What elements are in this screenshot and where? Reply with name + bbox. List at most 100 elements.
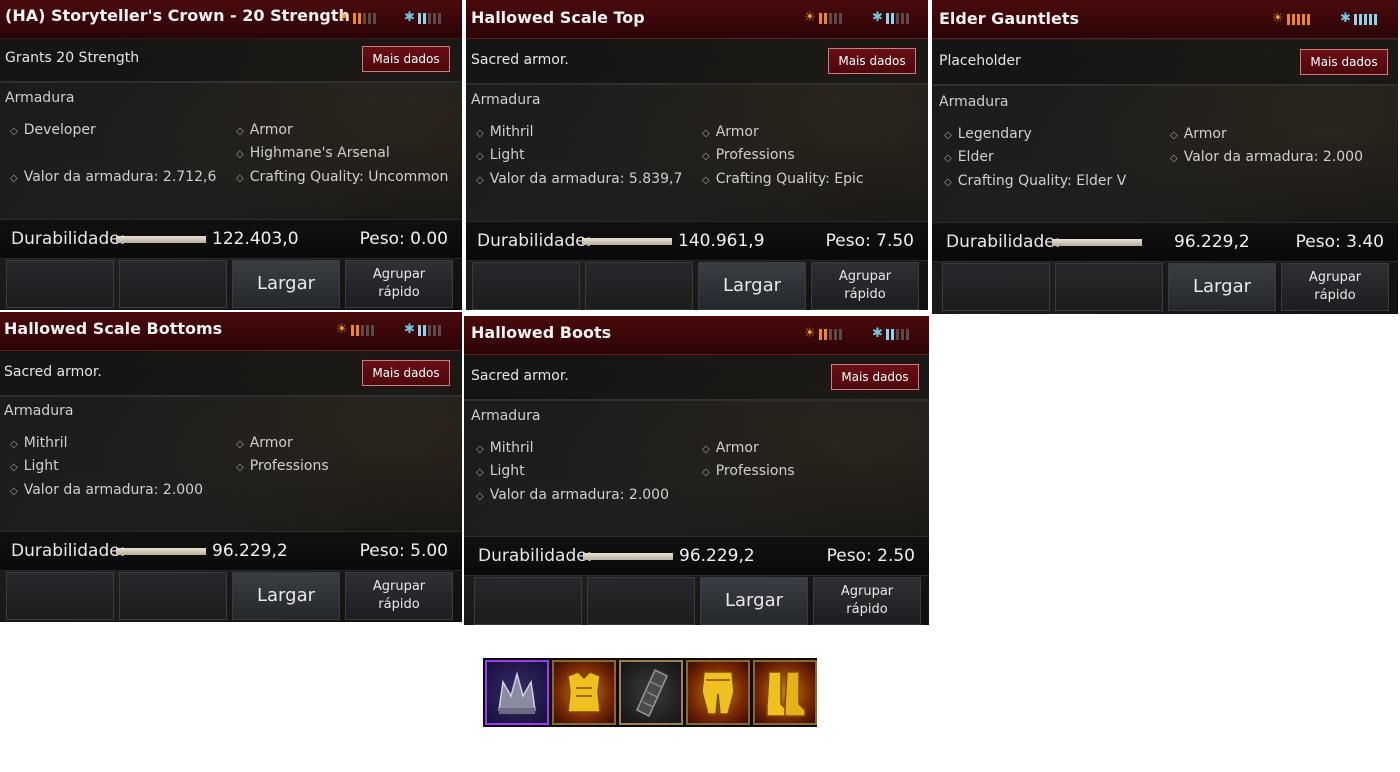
empty-action-button[interactable]	[119, 260, 227, 308]
item-property: ◇ Professions	[236, 458, 329, 474]
item-property: ◇ Professions	[702, 463, 795, 479]
item-property: ◇ Valor da armadura: 2.000	[1170, 149, 1363, 165]
item-property: ◇ Valor da armadura: 2.712,6	[10, 169, 217, 185]
empty-action-button[interactable]	[6, 572, 114, 620]
tooltip-header: Hallowed Scale Top ☀ ✱	[466, 0, 928, 39]
quick-stack-button[interactable]: Agrupar rápido	[811, 262, 919, 310]
diamond-bullet-icon: ◇	[1170, 153, 1178, 164]
diamond-bullet-icon: ◇	[702, 151, 710, 162]
snowflake-icon: ✱	[404, 10, 415, 25]
diamond-bullet-icon: ◇	[10, 462, 18, 473]
empty-action-button[interactable]	[474, 577, 582, 625]
quick-stack-button[interactable]: Agrupar rápido	[813, 577, 921, 625]
item-property: ◇ Professions	[702, 147, 795, 163]
sun-rank-indicator: ☀	[804, 327, 844, 341]
sun-rank-indicator: ☀	[804, 11, 844, 25]
item-property: ◇ Crafting Quality: Uncommon	[236, 169, 449, 185]
item-property: ◇ Elder	[944, 149, 994, 165]
more-data-button[interactable]: Mais dados	[1299, 48, 1389, 76]
sun-icon: ☀	[804, 10, 816, 25]
action-buttons: Largar Agrupar rápido	[932, 261, 1398, 313]
equipment-slot[interactable]	[619, 660, 683, 725]
diamond-bullet-icon: ◇	[944, 130, 952, 141]
drop-button[interactable]: Largar	[232, 572, 340, 620]
more-data-button[interactable]: Mais dados	[827, 47, 917, 75]
empty-action-button[interactable]	[585, 262, 693, 310]
weight-value: Peso: 2.50	[826, 546, 915, 566]
tooltip-header: (HA) Storyteller's Crown - 20 Strength ☀…	[0, 0, 462, 39]
empty-action-button[interactable]	[6, 260, 114, 308]
weight-value: Peso: 7.50	[825, 231, 914, 251]
quick-stack-button[interactable]: Agrupar rápido	[345, 572, 453, 620]
ice-rank-indicator: ✱	[872, 11, 911, 25]
item-property: ◇ Light	[476, 147, 525, 163]
weight-value: Peso: 3.40	[1295, 232, 1384, 252]
item-property: ◇ Armor	[236, 122, 293, 138]
description-row: Sacred armor. Mais dados	[466, 39, 928, 85]
diamond-bullet-icon: ◇	[10, 173, 18, 184]
item-tooltip-boots: Hallowed Boots ☀ ✱ Sacred armor. Mais da…	[464, 316, 929, 625]
item-property: ◇ Armor	[702, 124, 759, 140]
item-property: ◇ Armor	[1170, 126, 1227, 142]
quick-stack-button[interactable]: Agrupar rápido	[345, 260, 453, 308]
diamond-bullet-icon: ◇	[10, 486, 18, 497]
diamond-bullet-icon: ◇	[236, 126, 244, 137]
action-buttons: Largar Agrupar rápido	[0, 258, 462, 310]
description-row: Grants 20 Strength Mais dados	[0, 37, 462, 83]
equipment-slot[interactable]	[485, 660, 549, 725]
equipment-slot[interactable]	[753, 660, 817, 725]
quick-stack-button[interactable]: Agrupar rápido	[1281, 263, 1389, 311]
durability-bar	[116, 548, 206, 555]
empty-action-button[interactable]	[942, 263, 1050, 311]
durability-value: 122.403,0	[212, 229, 299, 249]
ice-rank-indicator: ✱	[404, 323, 443, 337]
diamond-bullet-icon: ◇	[1170, 130, 1178, 141]
sun-icon: ☀	[1272, 11, 1284, 26]
action-buttons: Largar Agrupar rápido	[0, 570, 462, 622]
diamond-bullet-icon: ◇	[702, 128, 710, 139]
item-property: ◇ Developer	[10, 122, 96, 138]
item-title: Hallowed Scale Top	[471, 8, 645, 27]
snowflake-icon: ✱	[872, 326, 883, 341]
drop-button[interactable]: Largar	[232, 260, 340, 308]
item-title: Hallowed Scale Bottoms	[4, 319, 223, 338]
weight-value: Peso: 0.00	[359, 229, 448, 249]
drop-button[interactable]: Largar	[698, 262, 806, 310]
item-property: ◇ Valor da armadura: 5.839,7	[476, 171, 683, 187]
item-property: ◇ Armor	[702, 440, 759, 456]
drop-button[interactable]: Largar	[1168, 263, 1276, 311]
diamond-bullet-icon: ◇	[236, 462, 244, 473]
empty-action-button[interactable]	[472, 262, 580, 310]
diamond-bullet-icon: ◇	[702, 444, 710, 455]
diamond-bullet-icon: ◇	[944, 153, 952, 164]
crown-icon	[498, 671, 536, 714]
more-data-button[interactable]: Mais dados	[361, 45, 451, 73]
ice-rank-indicator: ✱	[872, 327, 911, 341]
item-title: (HA) Storyteller's Crown - 20 Strength	[5, 6, 350, 25]
durability-row: Durabilidade: 122.403,0 Peso: 0.00	[0, 219, 462, 259]
diamond-bullet-icon: ◇	[10, 126, 18, 137]
description-row: Sacred armor. Mais dados	[464, 355, 929, 401]
sun-rank-indicator: ☀	[1272, 12, 1312, 26]
sun-rank-indicator: ☀	[336, 323, 376, 337]
equipment-slot[interactable]	[552, 660, 616, 725]
drop-button[interactable]: Largar	[700, 577, 808, 625]
empty-action-button[interactable]	[119, 572, 227, 620]
item-category: Armadura	[5, 90, 75, 106]
sun-icon: ☀	[338, 10, 350, 25]
empty-action-button[interactable]	[587, 577, 695, 625]
item-property: ◇ Legendary	[944, 126, 1032, 142]
action-buttons: Largar Agrupar rápido	[464, 575, 929, 625]
sun-icon: ☀	[804, 326, 816, 341]
boots-icon	[766, 671, 806, 717]
durability-row: Durabilidade: 96.229,2 Peso: 2.50	[464, 536, 929, 576]
diamond-bullet-icon: ◇	[476, 151, 484, 162]
item-category: Armadura	[471, 408, 541, 424]
snowflake-icon: ✱	[872, 10, 883, 25]
empty-action-button[interactable]	[1055, 263, 1163, 311]
durability-row: Durabilidade: 140.961,9 Peso: 7.50	[466, 221, 928, 261]
more-data-button[interactable]: Mais dados	[830, 363, 920, 391]
more-data-button[interactable]: Mais dados	[361, 359, 451, 387]
equipment-slot[interactable]	[686, 660, 750, 725]
weight-value: Peso: 5.00	[359, 541, 448, 561]
